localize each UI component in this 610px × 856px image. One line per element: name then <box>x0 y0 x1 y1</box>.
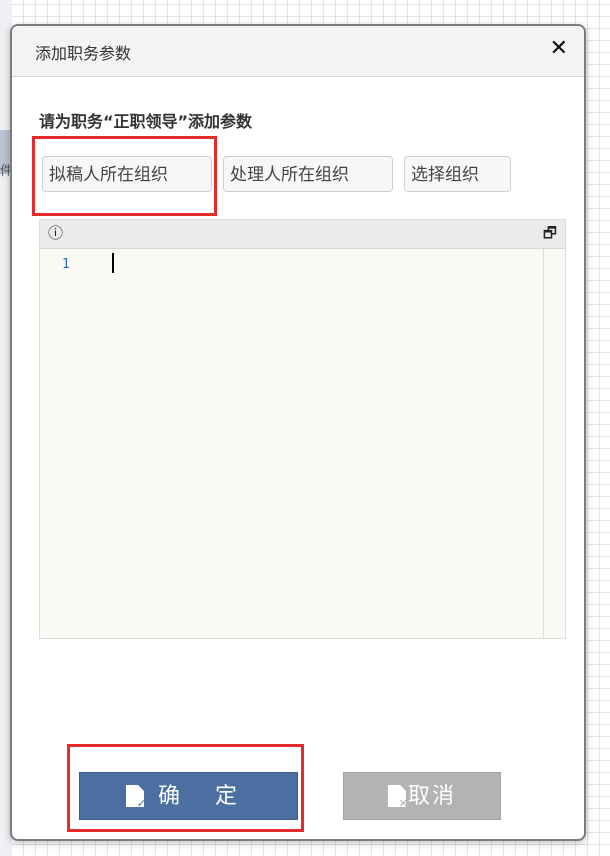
text-cursor <box>112 253 114 273</box>
check-badge: ✓ <box>136 797 146 810</box>
ok-button-label: 确 定 <box>158 784 251 809</box>
code-editor[interactable]: ⓘ 🗗 1 <box>39 219 566 639</box>
editor-margin-line <box>543 248 544 638</box>
dialog-prompt: 请为职务“正职领导”添加参数 <box>39 112 253 131</box>
dialog-titlebar: 添加职务参数 ✕ <box>12 26 584 77</box>
document-check-icon: ✓ <box>126 785 144 807</box>
maximize-window-icon[interactable]: 🗗 <box>543 223 557 248</box>
dialog-title: 添加职务参数 <box>35 44 132 63</box>
close-icon[interactable]: ✕ <box>550 36 568 61</box>
cancel-button-label: 取消 <box>407 784 456 809</box>
line-number: 1 <box>62 257 70 272</box>
add-position-param-dialog: 添加职务参数 ✕ 请为职务“正职领导”添加参数 拟稿人所在组织 处理人所在组织 … <box>10 24 586 841</box>
close-badge: ✕ <box>398 797 408 810</box>
editor-toolbar: ⓘ 🗗 <box>40 220 565 249</box>
param-button-select-org[interactable]: 选择组织 <box>404 156 511 192</box>
document-close-icon: ✕ <box>387 785 408 810</box>
info-icon: ⓘ <box>48 224 64 242</box>
param-button-drafter-org[interactable]: 拟稿人所在组织 <box>42 156 212 192</box>
ok-button[interactable]: ✓ 确 定 <box>79 772 298 820</box>
param-button-handler-org[interactable]: 处理人所在组织 <box>223 156 393 192</box>
cancel-button[interactable]: ✕ 取消 <box>343 772 501 820</box>
